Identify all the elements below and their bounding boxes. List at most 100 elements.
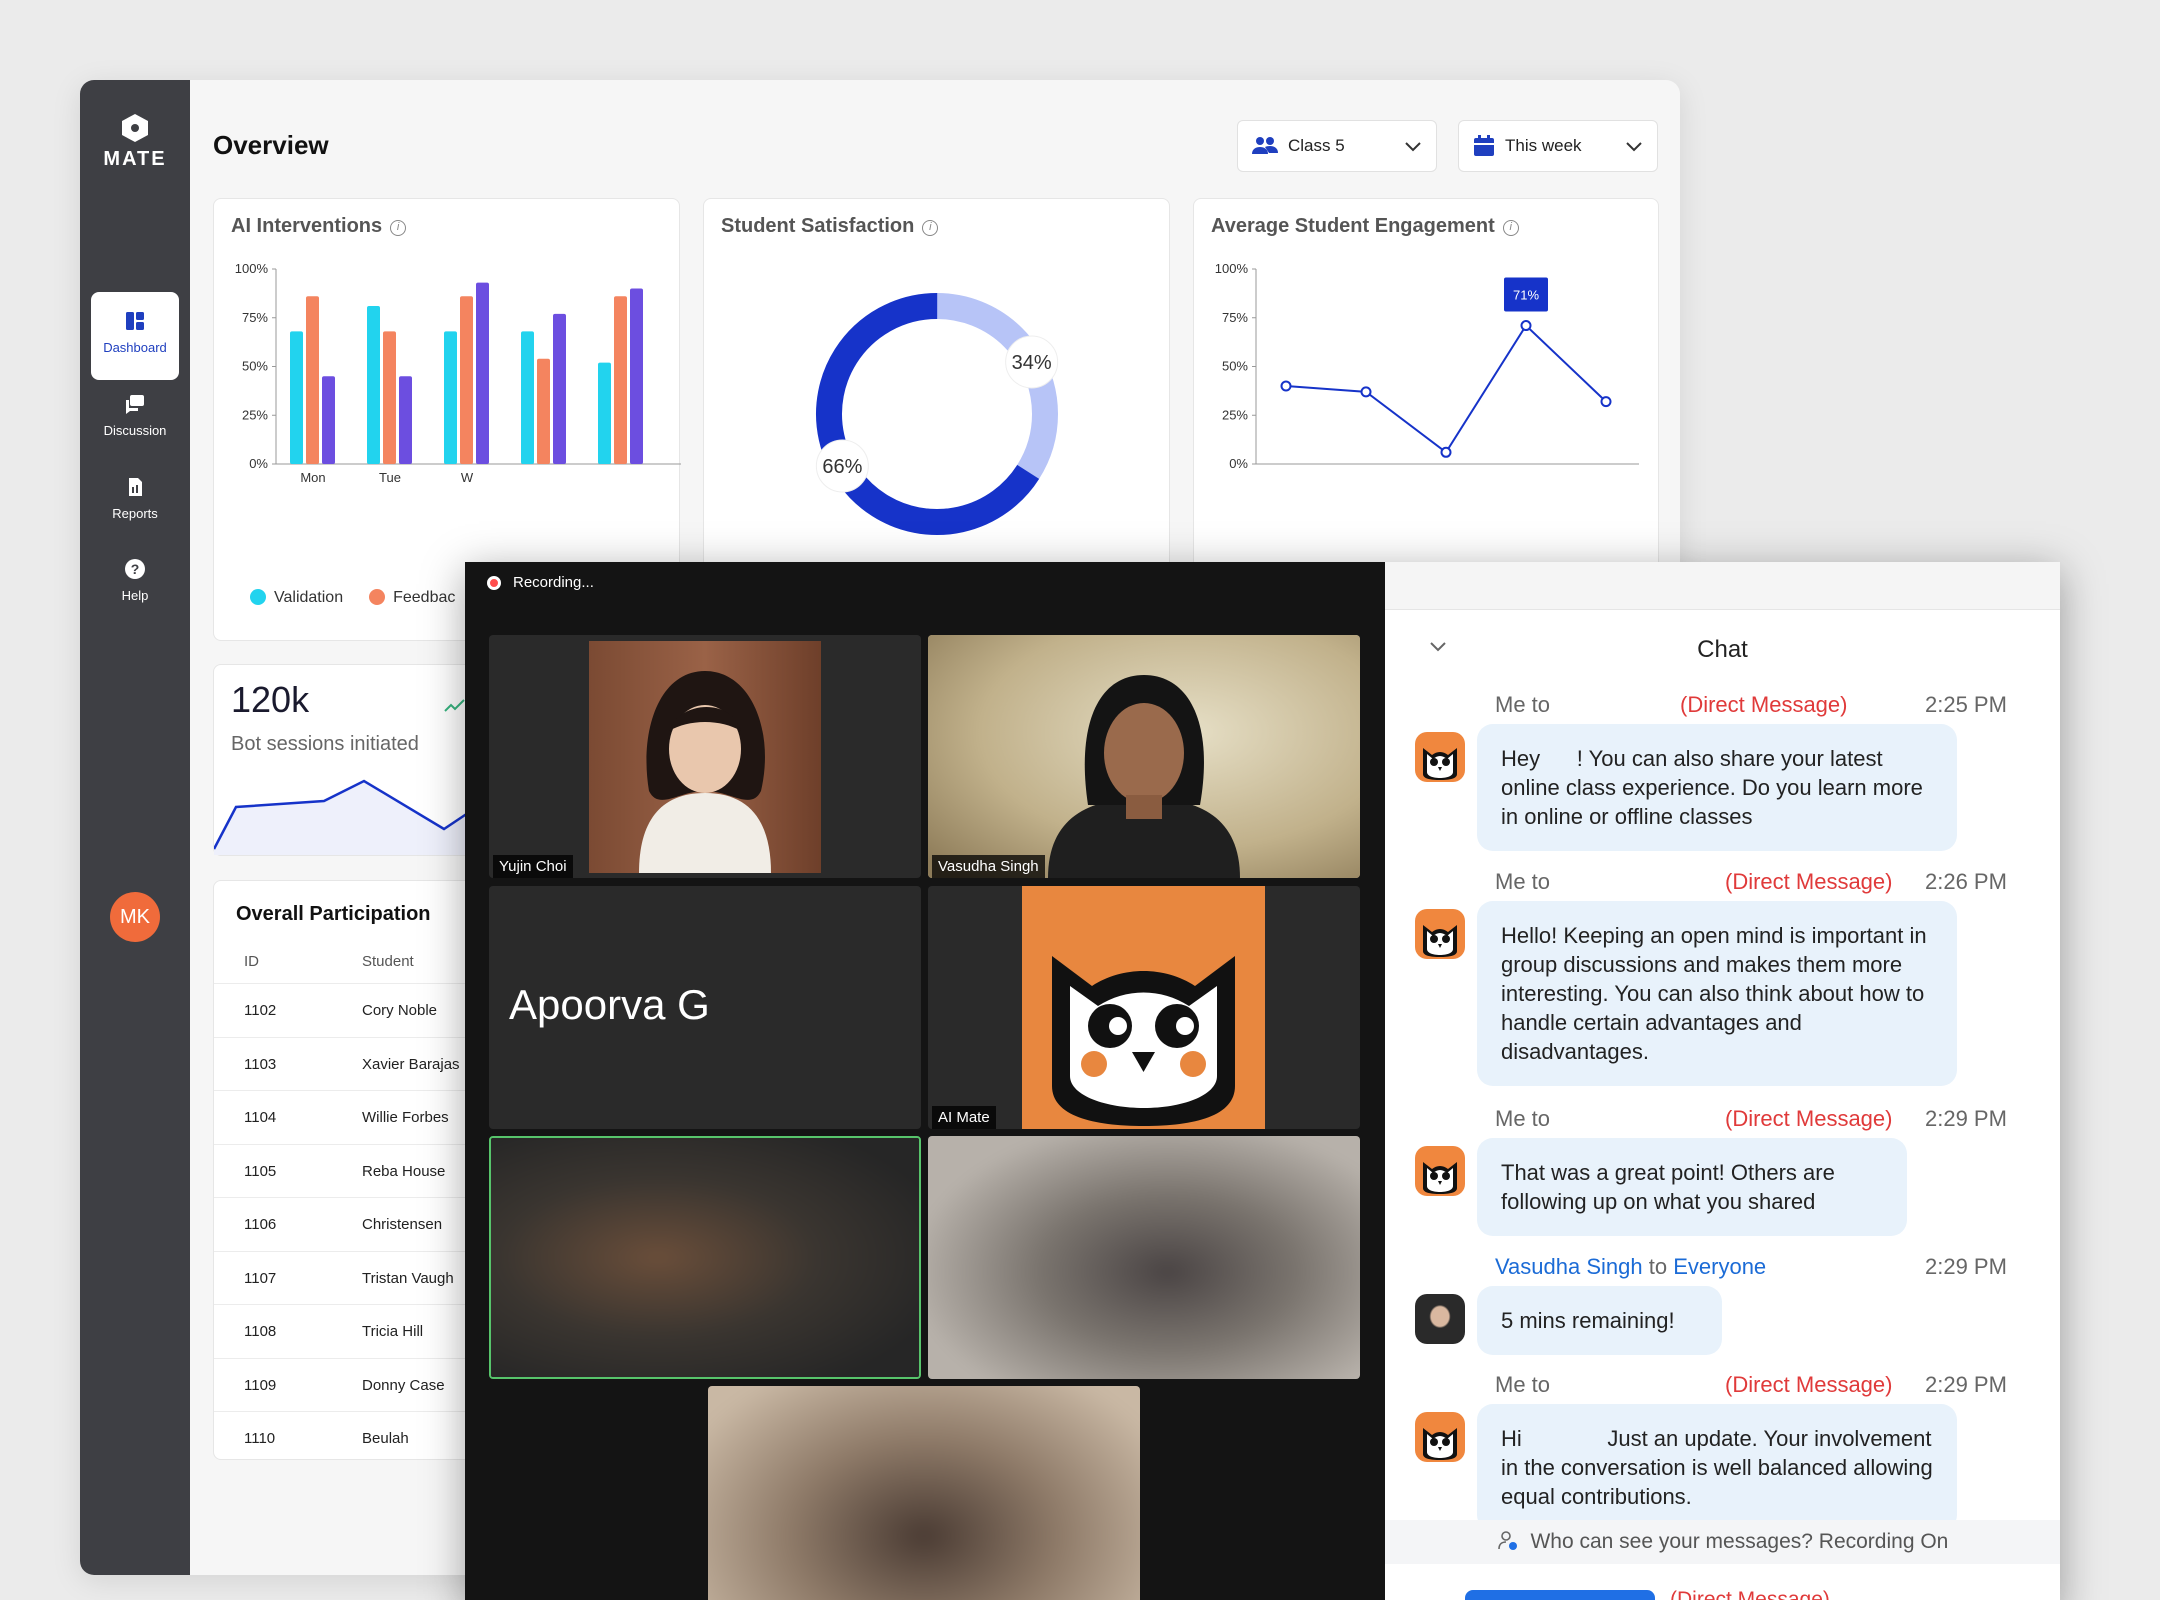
bar[interactable] [553, 313, 566, 464]
owl-avatar-icon [1415, 1412, 1465, 1462]
slice-label: 66% [822, 456, 862, 478]
logo-text: MATE [103, 148, 167, 170]
y-tick-label: 0% [1229, 456, 1248, 471]
y-tick-label: 50% [1222, 359, 1248, 374]
video-tile-blurred-1[interactable] [489, 1136, 921, 1379]
recipient-name[interactable]: Everyone [1673, 1254, 1766, 1279]
bar[interactable] [399, 376, 412, 464]
sidebar-item-reports[interactable]: Reports [91, 458, 179, 546]
sidebar-item-label: Discussion [103, 423, 167, 438]
message-bubble[interactable]: Hey ! You can also share your latest onl… [1477, 724, 1957, 851]
participant-video [589, 641, 821, 873]
sidebar: MATE Dashboard Discussion Reports ? Help… [80, 80, 190, 1575]
column-header-id[interactable]: ID [244, 953, 259, 970]
sidebar-item-help[interactable]: ? Help [91, 540, 179, 628]
page-title: Overview [213, 130, 329, 160]
data-point[interactable] [1280, 380, 1292, 392]
bar[interactable] [322, 376, 335, 464]
row-student: Christensen [362, 1216, 443, 1233]
bar[interactable] [383, 331, 396, 464]
message-bubble[interactable]: Hello! Keeping an open mind is important… [1477, 901, 1957, 1086]
sidebar-item-dashboard[interactable]: Dashboard [91, 292, 179, 380]
participant-name: AI Mate [932, 1106, 996, 1129]
owl-avatar-icon [1415, 732, 1465, 782]
chat-topbar [1385, 562, 2060, 610]
video-tile-ai-mate[interactable]: AI Mate [928, 886, 1360, 1129]
date-range-select[interactable]: This week [1458, 120, 1658, 172]
blurred-video [491, 1138, 919, 1377]
bar[interactable] [367, 306, 380, 464]
row-student: Tristan Vaugh [362, 1269, 454, 1287]
bar[interactable] [290, 331, 303, 464]
class-select-value: Class 5 [1288, 136, 1345, 155]
row-student: Donny Case [362, 1376, 445, 1394]
video-tile-yujin[interactable]: Yujin Choi [489, 635, 921, 878]
sidebar-item-discussion[interactable]: Discussion [91, 375, 179, 463]
message-to: to [1648, 1254, 1668, 1279]
bar[interactable] [521, 331, 534, 464]
sender-name[interactable]: Vasudha Singh [1495, 1254, 1643, 1279]
message-bubble[interactable]: 5 mins remaining! [1477, 1286, 1722, 1355]
y-tick-label: 100% [235, 261, 269, 276]
blurred-video [708, 1386, 1140, 1600]
privacy-notice[interactable]: Who can see your messages? Recording On [1385, 1520, 2060, 1564]
bar[interactable] [306, 296, 319, 464]
row-id: 1107 [244, 1269, 277, 1287]
message-from: Me to [1495, 869, 1551, 894]
record-dot-icon [487, 575, 501, 590]
message-header: Me to (Direct Message) 2:29 PM [1495, 1106, 2007, 1132]
bar[interactable] [476, 282, 489, 464]
info-icon[interactable]: i [922, 220, 939, 236]
row-student: Tricia Hill [362, 1323, 424, 1340]
help-icon: ? [125, 559, 145, 579]
user-avatar[interactable]: MK [110, 892, 160, 942]
bar[interactable] [630, 288, 643, 465]
data-point[interactable] [1520, 320, 1532, 332]
row-id: 1102 [244, 1002, 277, 1019]
class-select[interactable]: Class 5 [1237, 120, 1437, 172]
recipient-select-button[interactable] [1465, 1590, 1655, 1600]
bar[interactable] [598, 362, 611, 464]
row-id: 1103 [244, 1055, 277, 1073]
direct-message-tag: (Direct Message) [1680, 692, 1848, 717]
info-icon[interactable]: i [1502, 220, 1519, 236]
card-title: Student Satisfaction i [721, 215, 939, 238]
sidebar-item-label: Dashboard [103, 340, 167, 355]
bar[interactable] [614, 296, 627, 464]
row-id: 1110 [244, 1430, 276, 1447]
row-id: 1106 [244, 1216, 277, 1233]
video-tile-vasudha[interactable]: Vasudha Singh [928, 635, 1360, 878]
video-tile-apoorva[interactable]: Apoorva G [489, 886, 921, 1129]
bar[interactable] [444, 331, 457, 464]
calendar-icon [1474, 135, 1494, 156]
direct-message-tag: (Direct Message) [1725, 869, 1893, 894]
trend-up-icon [444, 699, 465, 712]
owl-mascot-icon [1022, 886, 1265, 1129]
recording-indicator: Recording... [487, 574, 594, 591]
y-tick-label: 25% [242, 407, 268, 422]
video-tile-blurred-3[interactable] [708, 1386, 1140, 1600]
bar[interactable] [460, 296, 473, 464]
data-point[interactable] [1360, 386, 1372, 398]
data-point[interactable] [1440, 446, 1452, 458]
video-tile-blurred-2[interactable] [928, 1136, 1360, 1379]
column-header-student[interactable]: Student [362, 953, 414, 970]
satisfaction-donut-chart: 34% 66% [815, 293, 1059, 535]
user-visibility-icon [1497, 1531, 1517, 1550]
bar[interactable] [537, 358, 550, 464]
message-bubble[interactable]: That was a great point! Others are follo… [1477, 1138, 1907, 1236]
info-icon[interactable]: i [390, 220, 407, 236]
sender-avatar [1415, 1294, 1465, 1344]
users-icon [1252, 137, 1278, 154]
row-id: 1109 [244, 1376, 277, 1394]
chat-bubbles-icon [126, 395, 144, 414]
blurred-video [928, 1136, 1360, 1379]
report-icon [129, 478, 142, 496]
data-point[interactable] [1600, 396, 1612, 408]
participation-title: Overall Participation [236, 903, 431, 925]
dashboard-icon [126, 312, 144, 330]
recipient-tag: (Direct Message) [1670, 1588, 1830, 1600]
message-time: 2:25 PM [1925, 692, 2007, 717]
message-time: 2:29 PM [1925, 1106, 2007, 1131]
message-bubble[interactable]: Hi Just an update. Your involvement in t… [1477, 1404, 1957, 1531]
